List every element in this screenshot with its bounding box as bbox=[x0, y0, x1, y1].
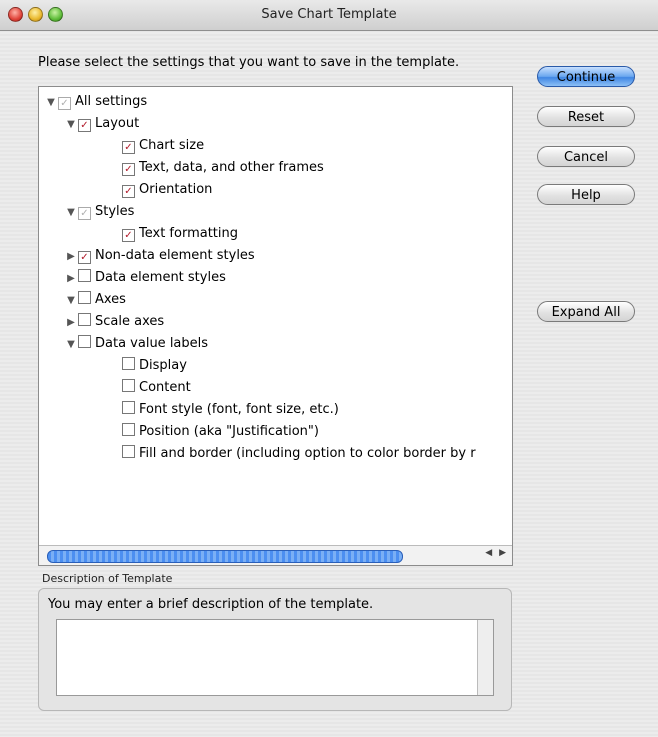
setting-checkbox[interactable] bbox=[122, 379, 135, 392]
description-hint: You may enter a brief description of the… bbox=[48, 597, 374, 612]
disclosure-expanded-icon[interactable]: ▼ bbox=[45, 92, 57, 114]
disclosure-expanded-icon[interactable]: ▼ bbox=[65, 290, 77, 312]
tree-row[interactable]: Content bbox=[109, 377, 191, 399]
setting-checkbox[interactable]: ✓ bbox=[58, 97, 71, 110]
setting-checkbox[interactable] bbox=[122, 423, 135, 436]
setting-label: Axes bbox=[95, 292, 126, 307]
disclosure-expanded-icon[interactable]: ▼ bbox=[65, 114, 77, 136]
setting-label: Chart size bbox=[139, 138, 205, 153]
description-group: You may enter a brief description of the… bbox=[38, 588, 512, 711]
disclosure-expanded-icon[interactable]: ▼ bbox=[65, 202, 77, 224]
tree-row[interactable]: ▶ ✓ Non-data element styles bbox=[65, 245, 255, 267]
setting-label: Layout bbox=[95, 116, 140, 131]
disclosure-collapsed-icon[interactable]: ▶ bbox=[65, 268, 77, 290]
description-textarea[interactable] bbox=[56, 619, 494, 696]
setting-label: Non-data element styles bbox=[95, 248, 255, 263]
setting-label: Data element styles bbox=[95, 270, 226, 285]
window-title: Save Chart Template bbox=[261, 7, 397, 22]
instruction-text: Please select the settings that you want… bbox=[38, 55, 460, 70]
tree-row[interactable]: Font style (font, font size, etc.) bbox=[109, 399, 339, 421]
setting-checkbox[interactable] bbox=[122, 401, 135, 414]
setting-checkbox[interactable] bbox=[78, 269, 91, 282]
tree-row[interactable]: Fill and border (including option to col… bbox=[109, 443, 476, 465]
title-bar: Save Chart Template bbox=[0, 0, 658, 31]
scroll-arrows-icon[interactable]: ◀ ▶ bbox=[485, 548, 508, 558]
setting-label: Text formatting bbox=[139, 226, 238, 241]
setting-label: Scale axes bbox=[95, 314, 165, 329]
help-button[interactable]: Help bbox=[537, 184, 635, 205]
setting-checkbox[interactable]: ✓ bbox=[78, 207, 91, 220]
setting-checkbox[interactable] bbox=[78, 313, 91, 326]
setting-label: Text, data, and other frames bbox=[139, 160, 324, 175]
tree-row[interactable]: ✓ Text formatting bbox=[109, 223, 238, 245]
setting-label: Data value labels bbox=[95, 336, 209, 351]
setting-checkbox[interactable]: ✓ bbox=[122, 163, 135, 176]
disclosure-collapsed-icon[interactable]: ▶ bbox=[65, 312, 77, 334]
tree-row[interactable]: ✓ Text, data, and other frames bbox=[109, 157, 324, 179]
disclosure-expanded-icon[interactable]: ▼ bbox=[65, 334, 77, 356]
settings-tree[interactable]: ◀ ▶ ▼ ✓ All settings ▼ ✓ Layout ✓ Chart size ✓ Te… bbox=[38, 86, 513, 566]
disclosure-collapsed-icon[interactable]: ▶ bbox=[65, 246, 77, 268]
tree-row[interactable]: Display bbox=[109, 355, 187, 377]
scrollbar-thumb[interactable] bbox=[47, 550, 403, 563]
tree-row[interactable]: ▼ ✓ All settings bbox=[45, 91, 147, 113]
setting-checkbox[interactable] bbox=[122, 445, 135, 458]
tree-row[interactable]: ▼ Data value labels bbox=[65, 333, 208, 355]
tree-row[interactable]: ▶ Scale axes bbox=[65, 311, 164, 333]
tree-row[interactable]: ▼ Axes bbox=[65, 289, 126, 311]
setting-label: Styles bbox=[95, 204, 135, 219]
setting-label: Content bbox=[139, 380, 191, 395]
tree-row[interactable]: ▶ Data element styles bbox=[65, 267, 226, 289]
close-window-icon[interactable] bbox=[8, 7, 23, 22]
setting-label: Fill and border (including option to col… bbox=[139, 446, 476, 461]
setting-label: Orientation bbox=[139, 182, 213, 197]
setting-checkbox[interactable]: ✓ bbox=[122, 185, 135, 198]
continue-button[interactable]: Continue bbox=[537, 66, 635, 87]
reset-button[interactable]: Reset bbox=[537, 106, 635, 127]
setting-checkbox[interactable]: ✓ bbox=[78, 251, 91, 264]
setting-label: Font style (font, font size, etc.) bbox=[139, 402, 339, 417]
tree-row[interactable]: ▼ ✓ Styles bbox=[65, 201, 134, 223]
vertical-scrollbar[interactable] bbox=[477, 620, 493, 695]
setting-label: Position (aka "Justification") bbox=[139, 424, 319, 439]
setting-checkbox[interactable] bbox=[122, 357, 135, 370]
horizontal-scrollbar[interactable]: ◀ ▶ bbox=[39, 545, 512, 565]
setting-checkbox[interactable]: ✓ bbox=[122, 141, 135, 154]
expand-all-button[interactable]: Expand All bbox=[537, 301, 635, 322]
setting-checkbox[interactable] bbox=[78, 291, 91, 304]
setting-label: Display bbox=[139, 358, 187, 373]
zoom-window-icon[interactable] bbox=[48, 7, 63, 22]
tree-row[interactable]: ✓ Chart size bbox=[109, 135, 204, 157]
setting-checkbox[interactable]: ✓ bbox=[78, 119, 91, 132]
description-caption: Description of Template bbox=[42, 572, 173, 585]
setting-checkbox[interactable]: ✓ bbox=[122, 229, 135, 242]
setting-label: All settings bbox=[75, 94, 148, 109]
tree-row[interactable]: ▼ ✓ Layout bbox=[65, 113, 139, 135]
setting-checkbox[interactable] bbox=[78, 335, 91, 348]
cancel-button[interactable]: Cancel bbox=[537, 146, 635, 167]
tree-row[interactable]: Position (aka "Justification") bbox=[109, 421, 319, 443]
save-chart-template-window: Save Chart Template Please select the se… bbox=[0, 0, 658, 737]
tree-row[interactable]: ✓ Orientation bbox=[109, 179, 212, 201]
minimize-window-icon[interactable] bbox=[28, 7, 43, 22]
